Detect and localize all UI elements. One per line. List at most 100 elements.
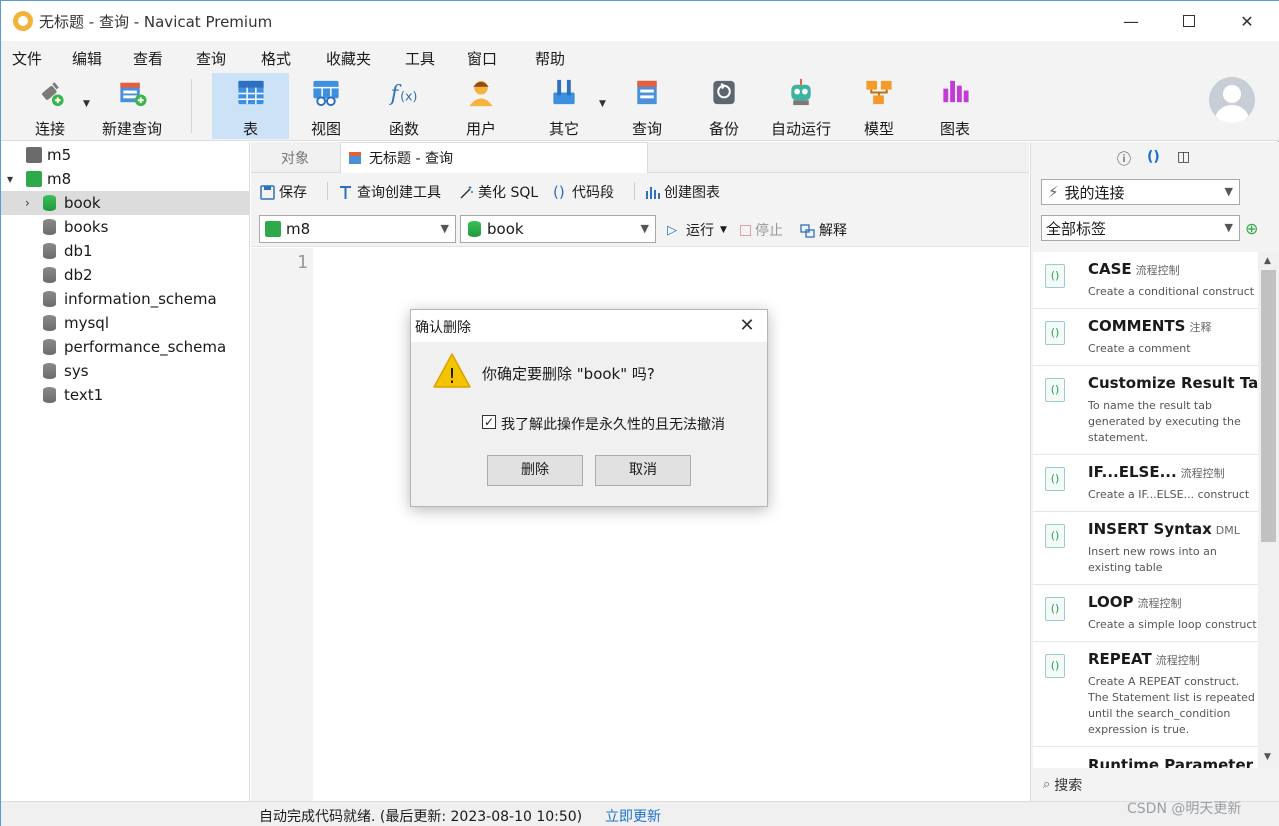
close-window-button[interactable]: ✕ [1217, 1, 1277, 41]
add-tag-icon[interactable]: ⊕ [1245, 219, 1258, 238]
menu-view[interactable]: 查看 [133, 48, 163, 69]
menu-help[interactable]: 帮助 [535, 48, 565, 69]
other-button[interactable]: 其它 [531, 73, 597, 139]
backup-button[interactable]: 备份 [691, 73, 757, 139]
tree-db-mysql[interactable]: mysql [1, 311, 250, 335]
database-select[interactable]: book ▼ [460, 215, 656, 243]
snippet-item[interactable]: Runtime Parameter [1033, 747, 1261, 768]
permanent-checkbox-label[interactable]: 我了解此操作是永久性的且无法撤消 [501, 414, 725, 434]
database-select-value: book [487, 220, 524, 238]
menu-window[interactable]: 窗口 [467, 48, 497, 69]
beautify-sql-button[interactable]: 美化 SQL [459, 182, 538, 202]
chart-button[interactable]: 图表 [922, 73, 988, 139]
snippet-icon: () [1045, 321, 1065, 345]
menu-favorites[interactable]: 收藏夹 [326, 48, 371, 69]
tree-db-books[interactable]: books [1, 215, 250, 239]
tree-connection-m5[interactable]: m5 [1, 143, 250, 167]
snippet-item[interactable]: () Customize Result Tab N To name the re… [1033, 366, 1261, 455]
automation-button[interactable]: 自动运行 [764, 73, 838, 139]
tab-query[interactable]: 无标题 - 查询 [340, 142, 648, 173]
minimize-button[interactable]: — [1101, 1, 1161, 41]
save-button[interactable]: 保存 [260, 182, 307, 202]
cancel-button[interactable]: 取消 [595, 455, 691, 486]
tab-objects[interactable]: 对象 [281, 142, 309, 173]
snippet-item[interactable]: () LOOP 流程控制 Create a simple loop constru… [1033, 585, 1261, 642]
tree-db-sys[interactable]: sys [1, 359, 250, 383]
connection-filter-select[interactable]: ⚡ 我的连接 ▼ [1041, 179, 1240, 205]
snippet-braces-icon[interactable]: () [1147, 149, 1160, 165]
update-now-link[interactable]: 立即更新 [605, 806, 661, 826]
title-bar: 无标题 - 查询 - Navicat Premium [1, 1, 1279, 41]
tree-db-performance-schema[interactable]: performance_schema [1, 335, 250, 359]
connection-select[interactable]: m8 ▼ [259, 215, 456, 243]
snippet-item[interactable]: () INSERT Syntax DML Insert new rows into… [1033, 512, 1261, 585]
snippet-scrollbar[interactable]: ▲ ▼ [1258, 252, 1279, 768]
snippet-item[interactable]: () COMMENTS 注释 Create a comment [1033, 309, 1261, 366]
search-placeholder: 搜索 [1054, 777, 1083, 794]
chevron-down-icon: ▼ [1224, 221, 1233, 234]
info-icon[interactable]: ⓘ [1117, 149, 1131, 169]
check-icon: ✓ [483, 415, 495, 429]
chevron-down-icon[interactable]: ▾ [7, 172, 13, 186]
connect-dropdown-icon[interactable]: ▼ [83, 99, 90, 109]
model-button[interactable]: 模型 [846, 73, 912, 139]
run-button[interactable]: ▷ 运行 ▼ [667, 220, 727, 240]
mysql-connection-icon [26, 171, 42, 187]
connection-filter-value: 我的连接 [1064, 183, 1125, 202]
menu-bar: 文件 编辑 查看 查询 格式 收藏夹 工具 窗口 帮助 [1, 41, 1279, 71]
view-icon [313, 80, 339, 107]
snippet-button[interactable]: () 代码段 [553, 182, 614, 202]
function-button[interactable]: f (x) 函数 [371, 73, 437, 139]
tree-db-information-schema[interactable]: information_schema [1, 287, 250, 311]
connect-button[interactable]: 连接 [21, 73, 79, 139]
stop-button[interactable]: 停止 [740, 220, 783, 240]
line-number-gutter: 1 [251, 248, 313, 801]
create-chart-button[interactable]: 创建图表 [645, 182, 720, 202]
scroll-down-icon[interactable]: ▼ [1264, 752, 1271, 762]
snippet-name: IF...ELSE... 流程控制 [1088, 463, 1225, 481]
navigation-tree: m5 ▾ m8 › book books db1 db2 information… [1, 142, 250, 801]
user-avatar[interactable] [1209, 77, 1255, 123]
permanent-checkbox[interactable]: ✓ [482, 415, 496, 429]
scroll-up-icon[interactable]: ▲ [1264, 256, 1271, 266]
run-dropdown-icon[interactable]: ▼ [720, 225, 727, 235]
snippet-icon: () [1045, 654, 1065, 678]
grid-view-icon[interactable]: ◫ [1177, 149, 1190, 165]
menu-tools[interactable]: 工具 [405, 48, 435, 69]
tag-filter-value: 全部标签 [1046, 219, 1107, 238]
snippet-item[interactable]: () REPEAT 流程控制 Create A REPEAT construct.… [1033, 642, 1261, 747]
dialog-close-button[interactable]: ✕ [733, 312, 761, 340]
other-dropdown-icon[interactable]: ▼ [599, 99, 606, 109]
tree-connection-m8[interactable]: ▾ m8 [1, 167, 250, 191]
maximize-button[interactable] [1159, 1, 1219, 41]
menu-query[interactable]: 查询 [196, 48, 226, 69]
snippet-item[interactable]: () CASE 流程控制 Create a conditional constru… [1033, 252, 1261, 309]
scrollbar-thumb[interactable] [1261, 270, 1276, 542]
query-builder-button[interactable]: 查询创建工具 [338, 182, 441, 202]
table-button[interactable]: 表 [212, 73, 289, 139]
menu-edit[interactable]: 编辑 [72, 48, 102, 69]
query-label: 查询 [631, 120, 662, 138]
view-button[interactable]: 视图 [293, 73, 359, 139]
snippet-search[interactable]: ⌕ 搜索 [1031, 768, 1279, 801]
menu-format[interactable]: 格式 [261, 48, 291, 69]
snippet-desc: Create a simple loop construct [1088, 618, 1257, 631]
tree-db-text1[interactable]: text1 [1, 383, 250, 407]
database-icon [43, 219, 56, 235]
tree-db-book[interactable]: › book [1, 191, 250, 215]
snippet-desc: Create a comment [1088, 342, 1191, 355]
tree-db-db1[interactable]: db1 [1, 239, 250, 263]
tag-filter-select[interactable]: 全部标签 ▼ [1041, 215, 1240, 241]
tree-db-db2[interactable]: db2 [1, 263, 250, 287]
snippet-item[interactable]: () IF...ELSE... 流程控制 Create a IF...ELSE..… [1033, 455, 1261, 512]
new-query-button[interactable]: 新建查询 [99, 73, 165, 139]
database-icon [43, 387, 56, 403]
explain-button[interactable]: 解释 [800, 220, 847, 240]
query-button[interactable]: 查询 [614, 73, 680, 139]
user-button[interactable]: 用户 [448, 73, 514, 139]
chevron-right-icon[interactable]: › [25, 196, 30, 210]
menu-file[interactable]: 文件 [12, 48, 42, 69]
delete-button[interactable]: 删除 [487, 455, 583, 486]
dialog-title: 确认删除 [415, 320, 471, 336]
snippet-name: COMMENTS 注释 [1088, 317, 1212, 335]
